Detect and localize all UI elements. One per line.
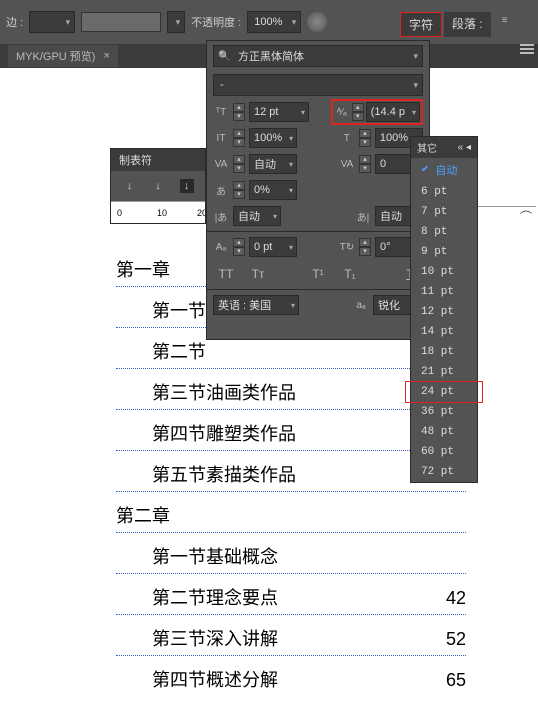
chapter-title: 第二章 — [116, 502, 170, 528]
leading-option[interactable]: 8 pt — [411, 222, 477, 242]
stroke-label: 边 : — [6, 14, 23, 30]
leading-option[interactable]: 7 pt — [411, 202, 477, 222]
allcaps-button[interactable]: TT — [215, 265, 237, 283]
section-title: 第五节素描类作品 — [152, 461, 296, 487]
aki-right-icon: あ| — [355, 208, 371, 224]
align-icon[interactable]: ≡ — [497, 12, 513, 28]
close-icon[interactable]: × — [103, 50, 109, 62]
document-tab[interactable]: MYK/GPU 预览) × — [8, 45, 118, 67]
kerning-field[interactable]: 自动 — [249, 154, 297, 174]
tabs-panel-title: 制表符 — [119, 152, 152, 168]
opacity-field[interactable]: 100% — [247, 11, 301, 33]
document-tab-title: MYK/GPU 预览) — [16, 48, 95, 64]
tab-center-icon[interactable]: ↓ — [151, 179, 165, 193]
leading-option-auto[interactable]: ✔ 自动 — [411, 158, 477, 182]
leading-menu-header: 其它 « ◂ — [411, 137, 477, 158]
section-title: 第一节基础概念 — [152, 543, 278, 569]
leading-option[interactable]: 36 pt — [411, 402, 477, 422]
font-family-field[interactable]: 方正黑体简体 — [213, 45, 423, 67]
tsume-field[interactable]: 0% — [249, 180, 297, 200]
check-icon: ✔ — [421, 164, 429, 176]
leading-option[interactable]: 6 pt — [411, 182, 477, 202]
tabs-panel: 制表符 ↓ ↓ ↓ 0 10 20 — [110, 148, 206, 224]
leading-option[interactable]: 12 pt — [411, 302, 477, 322]
subscript-button[interactable]: T₁ — [339, 265, 361, 283]
leading-option[interactable]: 11 pt — [411, 282, 477, 302]
leading-option[interactable]: 18 pt — [411, 342, 477, 362]
spin-down[interactable]: ▾ — [352, 112, 364, 121]
font-style-field[interactable]: - — [213, 74, 423, 96]
tab-character[interactable]: 字符 — [400, 12, 442, 37]
section-title: 第一节 — [152, 297, 206, 323]
leading-field[interactable]: (14.4 p — [366, 102, 420, 122]
section-title: 第二节理念要点 — [152, 584, 278, 610]
tsume-icon: あ — [213, 182, 229, 198]
leading-option[interactable]: 9 pt — [411, 242, 477, 262]
section-title: 第三节深入讲解 — [152, 625, 278, 651]
spin-up[interactable]: ▴ — [233, 103, 245, 112]
antialias-icon: aₐ — [353, 297, 369, 313]
smallcaps-button[interactable]: Tᴛ — [247, 265, 269, 283]
tab-paragraph[interactable]: 段落 : — [444, 12, 491, 37]
aki-left-field[interactable]: 自动 — [233, 206, 281, 226]
ruler[interactable]: 0 10 20 — [111, 201, 205, 223]
leading-option[interactable]: 21 pt — [411, 362, 477, 382]
leading-option[interactable]: 48 pt — [411, 422, 477, 442]
stroke-dropdown[interactable] — [29, 11, 75, 33]
kerning-icon: VA — [213, 156, 229, 172]
globe-icon[interactable] — [307, 12, 327, 32]
tracking-icon: VA — [339, 156, 355, 172]
chapter-title: 第一章 — [116, 256, 170, 282]
leading-option[interactable]: 14 pt — [411, 322, 477, 342]
character-panel: 方正黑体简体 - ᵀT ▴ ▾ 12 pt ᴬ⁄ₐ ▴ ▾ (14.4 p IT… — [206, 40, 430, 340]
section-title: 第二节 — [152, 338, 206, 364]
swatch-dropdown[interactable] — [167, 11, 185, 33]
baseline-shift-icon: Aₐ — [213, 239, 229, 255]
leading-option[interactable]: 60 pt — [411, 442, 477, 462]
tab-left-icon[interactable]: ↓ — [122, 179, 136, 193]
section-title: 第四节雕塑类作品 — [152, 420, 296, 446]
opacity-label: 不透明度 : — [191, 14, 241, 30]
rotation-icon: T↻ — [339, 239, 355, 255]
chevrons-icon[interactable]: « ◂ — [458, 142, 471, 153]
leading-dropdown-menu: 其它 « ◂ ✔ 自动 6 pt 7 pt 8 pt 9 pt 10 pt 11… — [410, 136, 478, 483]
tab-right-icon[interactable]: ↓ — [180, 179, 194, 193]
page-number: 52 — [446, 629, 466, 650]
leading-option[interactable]: 10 pt — [411, 262, 477, 282]
language-field[interactable]: 英语 : 美国 — [213, 295, 299, 315]
swatch-input[interactable] — [81, 12, 161, 32]
baseline-shift-field[interactable]: 0 pt — [249, 237, 297, 257]
panel-menu-icon[interactable] — [520, 44, 534, 54]
spin-down[interactable]: ▾ — [233, 112, 245, 121]
leading-option-highlighted[interactable]: 24 pt — [411, 382, 477, 402]
divider — [207, 289, 429, 290]
section-title: 第三节油画类作品 — [152, 379, 296, 405]
tabs-panel-header: 制表符 — [111, 149, 205, 171]
leading-option[interactable]: 72 pt — [411, 462, 477, 482]
vscale-icon: IT — [213, 130, 229, 146]
section-title: 第四节概述分解 — [152, 666, 278, 692]
superscript-button[interactable]: T¹ — [307, 265, 329, 283]
leading-highlight: ᴬ⁄ₐ ▴ ▾ (14.4 p — [331, 99, 423, 125]
vscale-field[interactable]: 100% — [249, 128, 297, 148]
hscale-icon: T — [339, 130, 355, 146]
divider — [207, 231, 429, 232]
leading-icon: ᴬ⁄ₐ — [334, 104, 350, 120]
aki-left-icon: |あ — [213, 208, 229, 224]
panel-tabs: 字符 段落 : ≡ — [400, 12, 513, 37]
type-style-row: TT Tᴛ T¹ T₁ T — [207, 260, 429, 287]
spin-up[interactable]: ▴ — [352, 103, 364, 112]
page-number: 42 — [446, 588, 466, 609]
font-size-icon: ᵀT — [213, 104, 229, 120]
tab-align-buttons: ↓ ↓ ↓ — [111, 171, 205, 201]
font-size-field[interactable]: 12 pt — [249, 102, 309, 122]
magnet-icon[interactable]: ⌒ — [520, 208, 532, 225]
